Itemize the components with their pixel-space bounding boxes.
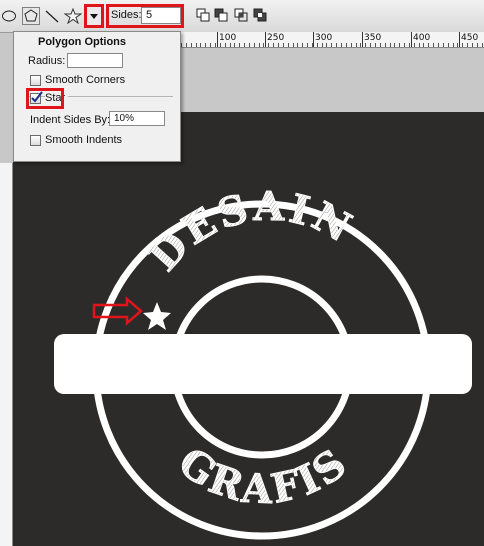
indent-sides-input[interactable]: 10%	[109, 111, 165, 126]
badge-bottom-text: GRAFIS	[169, 438, 354, 514]
svg-text:GRAFIS: GRAFIS	[170, 438, 357, 513]
panel-title: Polygon Options	[38, 36, 126, 48]
smooth-corners-checkbox[interactable]	[30, 75, 41, 86]
smooth-corners-label: Smooth Corners	[45, 74, 126, 86]
radius-input[interactable]	[67, 53, 123, 68]
radius-label: Radius:	[28, 55, 66, 67]
badge-banner	[54, 334, 472, 394]
star-shape	[143, 302, 171, 330]
indent-sides-label: Indent Sides By:	[30, 114, 111, 126]
polygon-options-panel: Polygon Options Radius: Smooth Corners S…	[13, 31, 181, 162]
svg-text:DESAIN: DESAIN	[140, 183, 361, 280]
badge-top-text: DESAIN	[140, 183, 359, 281]
smooth-indents-checkbox[interactable]	[30, 135, 41, 146]
annotation-highlight-star	[26, 88, 64, 109]
smooth-indents-label: Smooth Indents	[45, 134, 123, 146]
